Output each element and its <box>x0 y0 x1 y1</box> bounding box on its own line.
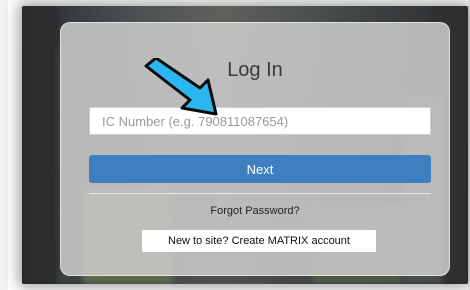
background-building <box>22 6 58 284</box>
login-page: Log In Next Forgot Password? New to site… <box>22 6 468 284</box>
next-button[interactable]: Next <box>89 155 431 183</box>
divider <box>89 193 431 194</box>
arrow-pointer-icon <box>144 58 218 116</box>
login-card: Log In Next Forgot Password? New to site… <box>60 22 450 276</box>
create-account-button[interactable]: New to site? Create MATRIX account <box>141 229 377 253</box>
login-title: Log In <box>227 59 283 81</box>
ic-number-input[interactable] <box>89 107 431 135</box>
screenshot-frame: Log In Next Forgot Password? New to site… <box>8 0 468 290</box>
forgot-password-link[interactable]: Forgot Password? <box>61 205 449 217</box>
